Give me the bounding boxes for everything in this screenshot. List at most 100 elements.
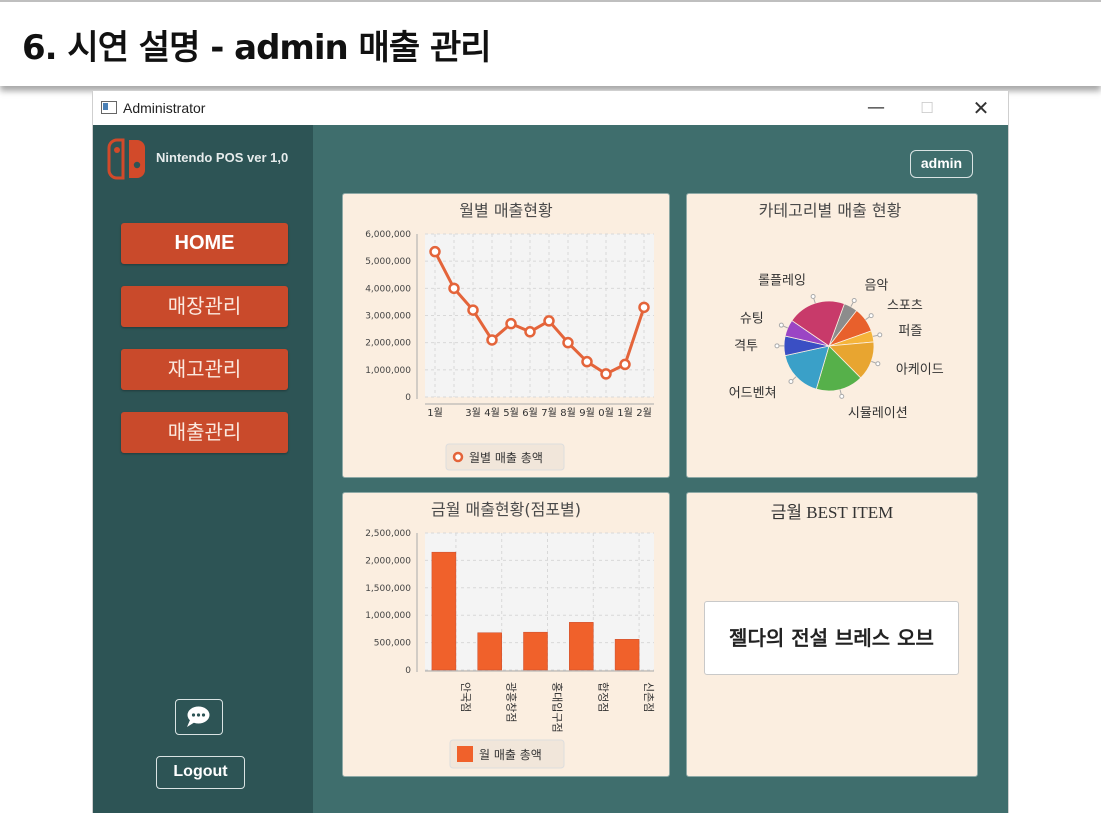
main-content: admin 월별 매출현황 0 1,000,000 2,000,000 3,000,0… [313,125,1008,813]
nav-store-management-button[interactable]: 매장관리 [121,286,288,327]
nav-sales-management-button[interactable]: 매출관리 [121,412,288,453]
line-data-point[interactable] [638,301,650,314]
line-data-point[interactable] [486,334,498,346]
store-sales-bar-chart: 금월 매출현황(점포별) 0 500,000 1,000,000 1,500,000 2… [365,500,655,769]
bar-x-tick-label: 신촌점 [642,682,655,712]
chat-bubble-icon [187,706,210,727]
line-y-tick-label: 2,000,000 [365,339,411,349]
bar-x-tick-label: 안국점 [459,682,472,712]
line-x-tick-label: 5월 [503,407,519,419]
pie-slice-label: 롤플레잉 [758,273,806,288]
bar-y-tick-label: 0 [405,666,411,676]
pie-chart-title: 카테고리별 매출 현황 [759,201,902,220]
line-y-tick-label: 1,000,000 [365,366,411,376]
bar-y-tick-label: 2,500,000 [365,529,411,539]
bar-chart-title: 금월 매출현황(점포별) [431,500,581,519]
pie-label-dot [774,343,780,349]
line-x-tick-label: 1월 [617,407,633,419]
line-data-point[interactable] [448,282,460,295]
line-data-point[interactable] [543,315,555,327]
pie-slice-label: 어드벤쳐 [729,386,777,401]
line-data-point[interactable] [581,355,593,368]
category-sales-pie-chart: 카테고리별 매출 현황 음악스포츠퍼즐아케이드시뮬레이션 어드벤쳐 격투 슈팅 롤플레잉 [729,201,944,421]
line-legend-label: 월별 매출 총액 [469,451,543,465]
pie-slice-label: 스포츠 [887,299,923,314]
line-chart-title: 월별 매출현황 [459,201,553,220]
bar-x-tick-label: 합정점 [596,682,609,712]
line-x-tick-label: 7월 [541,407,557,419]
pie-label-dot [778,322,784,328]
line-x-tick-label: 0월 [598,407,614,419]
line-y-tick-label: 6,000,000 [365,230,411,240]
app-window-icon [101,101,117,114]
line-data-point[interactable] [562,336,574,349]
line-data-point[interactable] [467,304,479,316]
pie-slice-label: 퍼즐 [898,324,922,339]
line-y-tick-label: 3,000,000 [365,312,411,322]
line-x-tick-label: 4월 [484,407,500,419]
line-x-tick-label: 8월 [560,407,576,419]
window-titlebar: Administrator — ☐ ✕ [93,91,1008,125]
bar-mark[interactable] [523,631,548,671]
pie-slice-label: 시뮬레이션 [848,406,908,421]
bar-mark[interactable] [477,632,502,671]
category-sales-panel: 카테고리별 매출 현황 음악스포츠퍼즐아케이드시뮬레이션 어드벤쳐 격투 슈팅 롤플레잉 [686,193,978,478]
nav-home-button[interactable]: HOME [121,223,288,264]
pie-label-dot [875,361,881,367]
nintendo-switch-logo-icon [107,138,145,180]
line-data-point[interactable] [524,326,536,338]
pie-slice-label: 음악 [864,279,888,294]
pie-label-dot [851,298,857,304]
store-sales-panel: 금월 매출현황(점포별) 0 500,000 1,000,000 1,500,000 2… [342,492,670,777]
bar-mark[interactable] [614,639,640,671]
bar-y-tick-label: 1,000,000 [365,611,411,621]
app-window: Administrator — ☐ ✕ Nintendo POS ver 1,0… [92,90,1009,813]
pie-slice-label: 슈팅 [740,311,764,326]
bar-y-tick-label: 500,000 [374,639,411,649]
slide-header: 6. 시연 설명 - admin 매출 관리 [0,0,1101,86]
pie-slice-label: 격투 [734,339,758,354]
bar-mark[interactable] [431,551,457,671]
line-x-tick-label: 6월 [522,407,538,419]
bar-mark[interactable] [569,622,594,671]
line-chart-legend: 월별 매출 총액 [445,443,565,471]
line-x-tick-label: 1월 [427,407,443,419]
line-x-tick-label: 9월 [579,407,595,419]
brand-label: Nintendo POS ver 1,0 [156,150,289,165]
bar-x-tick-label: 홍대입구점 [551,682,565,733]
line-x-tick-label: 2월 [636,407,652,419]
pie-label-dot [788,378,794,384]
pie-label-dot [839,393,845,399]
bar-y-tick-label: 1,500,000 [365,584,411,594]
line-y-tick-label: 0 [405,393,411,403]
bar-legend-label: 월 매출 총액 [479,748,542,762]
sidebar: Nintendo POS ver 1,0 HOME 매장관리 재고관리 매출관리… [93,125,313,813]
monthly-sales-line-chart: 월별 매출현황 0 1,000,000 2,000,000 3,000,000 4,00… [365,201,654,471]
slide-title: 6. 시연 설명 - admin 매출 관리 [22,28,492,68]
line-data-point[interactable] [619,358,631,371]
nav-inventory-management-button[interactable]: 재고관리 [121,349,288,390]
minimize-button[interactable]: — [858,95,894,121]
line-y-tick-label: 4,000,000 [365,284,411,294]
pie-slice-label: 아케이드 [896,363,944,378]
best-item-panel: 금월 BEST ITEM 젤다의 전설 브레스 오브 [686,492,978,777]
line-data-point[interactable] [600,368,612,380]
chat-button[interactable] [175,699,223,735]
best-item-name: 젤다의 전설 브레스 오브 [704,601,959,675]
admin-user-button[interactable]: admin [910,150,973,178]
line-y-tick-label: 5,000,000 [365,257,411,267]
window-title: Administrator [123,100,206,116]
line-data-point[interactable] [429,245,441,258]
pie-label-dot [810,293,816,299]
bar-chart-legend: 월 매출 총액 [449,739,565,769]
pie-label-dot [877,332,883,338]
line-data-point[interactable] [505,317,517,330]
close-button[interactable]: ✕ [963,95,999,121]
line-x-tick-label: 3월 [465,407,481,419]
maximize-button[interactable]: ☐ [909,95,945,121]
monthly-sales-panel: 월별 매출현황 0 1,000,000 2,000,000 3,000,000 4,00… [342,193,670,478]
best-item-title: 금월 BEST ITEM [770,503,894,522]
bar-x-tick-label: 광흥창점 [505,682,519,722]
logout-button[interactable]: Logout [156,756,245,789]
pie-label-dot [868,313,874,319]
